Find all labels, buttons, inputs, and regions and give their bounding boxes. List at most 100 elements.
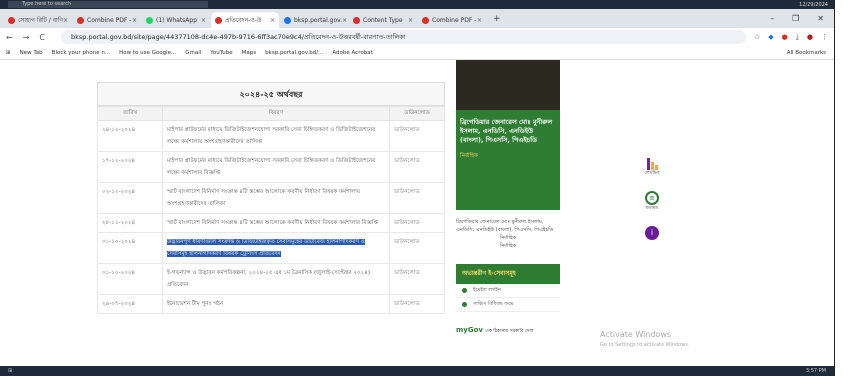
close-tab-icon[interactable]: ×	[270, 17, 275, 24]
chat-icon: ≡	[645, 191, 659, 205]
table-row: ২৪-১২-২০২৪ মাইপার প্লাটফর্মের মাধ্যমে ডি…	[97, 120, 445, 152]
row-description: ইনোভেশন টীম পুনঃ গঠন	[162, 294, 390, 314]
os-taskbar: ⊞ 3:57 PM	[0, 366, 834, 376]
table-row-selected: ০১-১০-২০২৪ উদ্ভাবনপূর্ণ ধারণাগুলি সংক্রা…	[97, 232, 445, 264]
close-tab-icon[interactable]: ×	[63, 17, 68, 24]
info-icon: i	[645, 226, 659, 240]
download-link[interactable]: ডাউনলোড	[389, 232, 445, 264]
officer-card: ব্রিগেডিয়ার জেনারেল মোঃ মুনীরুল ইসলাম, …	[456, 60, 560, 210]
close-tab-icon[interactable]: ×	[201, 17, 206, 24]
close-window-icon[interactable]: ✕	[817, 14, 824, 23]
browser-tab-strip: সোহাগ রিটি / বাণি × Combine PDF - × (1) Wh…	[0, 9, 834, 28]
menu-icon[interactable]: ⋮	[821, 33, 828, 42]
row-description: স্মার্ট বাংলাদেশ বিনির্মাণ সংক্রান্ত ৪টি…	[162, 213, 390, 233]
bookmark-item[interactable]: bksp.portal.gov.bd/...	[265, 50, 323, 56]
apps-icon[interactable]: ⊞	[6, 50, 11, 56]
bookmark-item[interactable]: Block your phone n...	[52, 50, 110, 56]
download-link[interactable]: ডাউনলোড	[389, 151, 445, 183]
extension-icon[interactable]: ●	[782, 33, 788, 42]
extensions-area: ☆ ◆ ● ⤓ ● ⋮	[754, 33, 828, 42]
maximize-icon[interactable]: ❐	[792, 14, 799, 23]
row-description: মাইপার প্লাটফর্মের মাধ্যমে ডিজিটাইজেশনযো…	[162, 151, 390, 183]
download-link[interactable]: ডাউনলোড	[389, 213, 445, 233]
officer-title: নির্বাহিক	[460, 153, 478, 159]
new-tab-button[interactable]: +	[487, 14, 507, 24]
bullet-icon	[462, 288, 467, 293]
browser-tab[interactable]: Combine PDF - ×	[418, 12, 486, 28]
bookmark-item[interactable]: Maps	[242, 50, 256, 56]
row-description: মাইপার প্লাটফর্মের মাধ্যমে ডিজিটাইজেশনযো…	[162, 120, 390, 152]
window-controls: – ❐ ✕	[770, 14, 834, 23]
bookmark-item[interactable]: YouTube	[210, 50, 232, 56]
all-bookmarks-link[interactable]: All Bookmarks	[787, 50, 826, 56]
row-description: ই-গভর্ন্যান্স ও উদ্ভাবন কর্মপরিকল্পনা, ২…	[162, 263, 390, 295]
row-description-highlighted: উদ্ভাবনপূর্ণ ধারণাগুলি সংক্রান্ত ও ডিজিট…	[162, 232, 390, 264]
download-link[interactable]: ডাউনলোড	[389, 182, 445, 214]
row-date: ২৪-১২-২০২৪	[97, 120, 163, 152]
download-link[interactable]: ডাউনলোড	[389, 263, 445, 295]
minimize-icon[interactable]: –	[770, 14, 774, 23]
browser-tab[interactable]: Combine PDF - ×	[73, 12, 141, 28]
mygov-banner[interactable]: myGov এক ঠিকানায় সরকারি সেবা	[456, 326, 560, 335]
bookmarks-bar: ⊞ New Tab Block your phone n... How to u…	[0, 46, 834, 60]
bookmark-item[interactable]: Adobe Acrobat	[332, 50, 372, 56]
reload-icon[interactable]: C	[39, 33, 45, 42]
web-page: ২০২৪-২৫ অর্থবছর তারিখ বিবরণ ডাউনলোড ২৪-১…	[0, 60, 834, 366]
column-header-description: বিবরণ	[162, 106, 390, 121]
bullet-icon	[462, 302, 467, 307]
os-date: 12/29/2024	[799, 1, 828, 8]
row-date: ০১-১০-২০২৪	[97, 263, 163, 295]
column-header-download: ডাউনলোড	[389, 106, 445, 121]
service-link[interactable]: সার্ভিস বিধিবদ্ধ ফরম	[456, 298, 560, 312]
close-tab-icon[interactable]: ×	[342, 17, 347, 24]
column-header-date: তারিখ	[97, 106, 163, 121]
stats-widget[interactable]: লেখচিত্র	[640, 156, 664, 177]
os-taskbar-top: Type here to search 12/29/2024	[0, 0, 834, 9]
close-tab-icon[interactable]: ×	[132, 17, 137, 24]
start-icon[interactable]: ⊞	[8, 368, 12, 374]
download-link[interactable]: ডাউনলোড	[389, 120, 445, 152]
table-row: ২৯-০৭-২০২৪ ইনোভেশন টীম পুনঃ গঠন ডাউনলোড	[97, 294, 445, 314]
floating-widgets: লেখচিত্র ≡ মতামত i	[640, 156, 664, 254]
star-icon[interactable]: ☆	[754, 33, 760, 42]
row-description: স্মার্ট বাংলাদেশ বিনির্মাণ সংক্রান্ত ৪টি…	[162, 182, 390, 214]
back-icon[interactable]: ←	[6, 33, 13, 42]
browser-tab[interactable]: সোহাগ রিটি / বাণি ×	[4, 12, 72, 28]
browser-tab[interactable]: Content Type ×	[349, 12, 417, 28]
row-date: ০২-১২-২০২৪	[97, 182, 163, 214]
os-search-box[interactable]: Type here to search	[8, 1, 208, 8]
service-link[interactable]: ইমেইল লগইন	[456, 284, 560, 298]
close-tab-icon[interactable]: ×	[477, 17, 482, 24]
table-row: ০১-১০-২০২৪ ই-গভর্ন্যান্স ও উদ্ভাবন কর্মপ…	[97, 263, 445, 295]
profile-icon[interactable]: ●	[807, 33, 813, 42]
row-date: ২৮-১১-২০২৪	[97, 213, 163, 233]
extension-icon[interactable]: ◆	[768, 33, 773, 42]
browser-tab[interactable]: bksp.portal.gov. ×	[280, 12, 348, 28]
bookmark-item[interactable]: New Tab	[20, 50, 43, 56]
table-row: ১৭-১২-২০২৪ মাইপার প্লাটফর্মের মাধ্যমে ডি…	[97, 151, 445, 183]
bookmark-item[interactable]: How to use Google...	[119, 50, 176, 56]
internal-services-box: অভ্যন্তরীণ ই-সেবাসমূহ ইমেইল লগইন সার্ভিস…	[456, 264, 560, 312]
download-link[interactable]: ডাউনলোড	[389, 294, 445, 314]
close-tab-icon[interactable]: ×	[408, 17, 413, 24]
officer-photo	[456, 60, 560, 110]
info-widget[interactable]: i	[640, 226, 664, 240]
browser-tab[interactable]: (1) WhatsApp ×	[142, 12, 210, 28]
feedback-widget[interactable]: ≡ মতামত	[640, 191, 664, 212]
activate-windows-watermark: Activate Windows Go to Settings to activ…	[600, 330, 690, 348]
forward-icon[interactable]: →	[23, 33, 30, 42]
officer-image-caption: ব্রিগেডিয়ার জেনারেল মোঃ মুনীরুল ইসলাম, …	[456, 219, 554, 249]
os-time: 3:57 PM	[805, 368, 826, 374]
tab-favicon-icon	[77, 16, 84, 24]
url-field[interactable]: bksp.portal.gov.bd/site/page/44377108-dc…	[61, 30, 746, 44]
row-date: ১৭-১২-২০২৪	[97, 151, 163, 183]
bookmark-item[interactable]: Gmail	[185, 50, 201, 56]
services-heading: অভ্যন্তরীণ ই-সেবাসমূহ	[456, 264, 560, 284]
download-icon[interactable]: ⤓	[796, 33, 799, 42]
browser-tab-active[interactable]: প্রতিবেদন-ও-উ ×	[211, 12, 279, 28]
reports-table: তারিখ বিবরণ ডাউনলোড ২৪-১২-২০২৪ মাইপার প্…	[97, 106, 445, 314]
tab-favicon-icon	[422, 16, 429, 24]
tab-favicon-icon	[215, 16, 222, 24]
tab-favicon-icon	[146, 16, 153, 24]
report-table-panel: ২০২৪-২৫ অর্থবছর তারিখ বিবরণ ডাউনলোড ২৪-১…	[97, 82, 445, 314]
